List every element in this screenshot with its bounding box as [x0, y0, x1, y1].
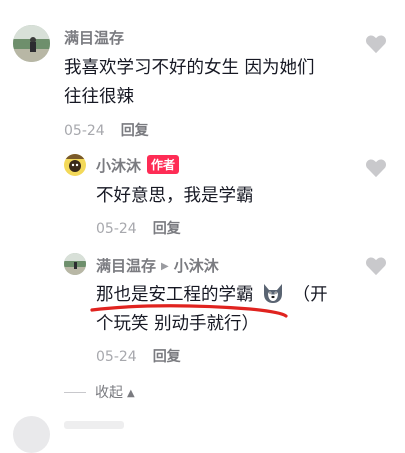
comment-date: 05-24: [64, 123, 105, 139]
reply-date: 05-24: [96, 349, 137, 365]
reply-username: 小沐沐 作者: [96, 155, 180, 176]
reply-username: 满目温存 ▶ 小沐沐: [96, 255, 219, 276]
avatar[interactable]: [64, 154, 86, 176]
reply-text-line: 那也是安工程的学霸 （开: [96, 281, 328, 310]
comment-text-line: 往往很辣: [64, 87, 134, 107]
comment-text: 我喜欢学习不好的女生 因为她们 往往很辣: [64, 54, 315, 112]
next-comment-username-placeholder: [64, 421, 124, 429]
collapse-label: 收起: [95, 385, 123, 401]
comment-username[interactable]: 满目温存: [64, 27, 124, 48]
collapse-divider: [64, 392, 86, 393]
heart-icon[interactable]: [365, 256, 387, 276]
reply-meta: 05-24 回复: [96, 346, 181, 366]
reply-username-text[interactable]: 小沐沐: [96, 157, 141, 175]
reply-text: 那也是安工程的学霸 （开 个玩笑 别动手就行）: [96, 281, 328, 339]
comment-text-line: 我喜欢学习不好的女生 因为她们: [64, 58, 315, 78]
reply-button[interactable]: 回复: [153, 349, 181, 365]
chevron-up-icon: ▲: [127, 388, 135, 399]
reply-button[interactable]: 回复: [121, 123, 149, 139]
avatar[interactable]: [13, 25, 50, 62]
avatar[interactable]: [64, 253, 86, 275]
author-badge: 作者: [147, 155, 180, 174]
reply-to-arrow-icon: ▶: [161, 261, 169, 272]
reply-button[interactable]: 回复: [153, 221, 181, 237]
reply-meta: 05-24 回复: [96, 218, 181, 238]
reply-text: 不好意思，我是学霸: [96, 186, 254, 206]
next-comment-avatar: [13, 416, 50, 453]
reply-text-emphasis: 那也是安工程的学霸: [96, 285, 254, 305]
reply-date: 05-24: [96, 221, 137, 237]
reply-text-rest: （开: [292, 285, 328, 305]
heart-icon[interactable]: [365, 158, 387, 178]
collapse-replies-button[interactable]: 收起 ▲: [64, 382, 135, 402]
comment-meta: 05-24 回复: [64, 120, 149, 140]
reply-text-line: 个玩笑 别动手就行）: [96, 314, 260, 334]
husky-emoji-icon: [261, 282, 285, 304]
reply-username-text[interactable]: 满目温存: [96, 257, 156, 275]
reply-to-username[interactable]: 小沐沐: [174, 257, 219, 275]
heart-icon[interactable]: [365, 34, 387, 54]
